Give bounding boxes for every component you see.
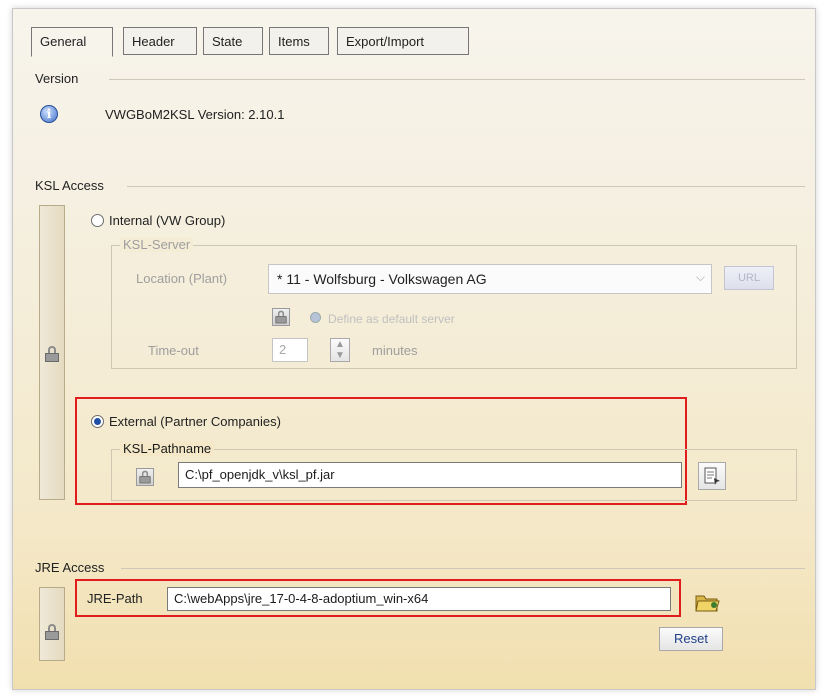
external-radio-label: External (Partner Companies) bbox=[109, 414, 281, 429]
url-button[interactable]: URL bbox=[724, 266, 774, 290]
divider bbox=[109, 79, 805, 80]
ksl-pathname-lock-button[interactable] bbox=[136, 468, 154, 486]
ksl-pathname-group-label: KSL-Pathname bbox=[120, 441, 215, 456]
tab-general[interactable]: General bbox=[31, 27, 113, 57]
location-value: * 11 - Wolfsburg - Volkswagen AG bbox=[277, 271, 487, 287]
ksl-server-group-label: KSL-Server bbox=[120, 237, 194, 252]
jre-lock-toggle[interactable] bbox=[39, 587, 65, 661]
location-label: Location (Plant) bbox=[136, 271, 228, 286]
ksl-access-section-title: KSL Access bbox=[35, 178, 104, 193]
tab-items[interactable]: Items bbox=[269, 27, 329, 55]
lock-icon bbox=[45, 346, 59, 362]
properties-dialog: General Header State Items Export/Import… bbox=[12, 8, 816, 690]
tab-header[interactable]: Header bbox=[123, 27, 197, 55]
timeout-stepper[interactable]: ▲ ▼ bbox=[330, 338, 350, 362]
ksl-pathname-group: KSL-Pathname C:\pf_openjdk_v\ksl_pf.jar bbox=[111, 441, 797, 501]
external-radio[interactable] bbox=[91, 415, 104, 428]
tab-export-import[interactable]: Export/Import bbox=[337, 27, 469, 55]
ksl-lock-toggle[interactable] bbox=[39, 205, 65, 500]
jre-path-label: JRE-Path bbox=[87, 591, 143, 606]
folder-icon bbox=[695, 595, 720, 612]
timeout-input[interactable]: 2 bbox=[272, 338, 308, 362]
jre-access-section-title: JRE Access bbox=[35, 560, 105, 575]
version-text: VWGBoM2KSL Version: 2.10.1 bbox=[105, 107, 285, 122]
divider bbox=[127, 186, 805, 187]
jre-path-input[interactable]: C:\webApps\jre_17-0-4-8-adoptium_win-x64 bbox=[167, 587, 671, 611]
internal-radio-label: Internal (VW Group) bbox=[109, 213, 226, 228]
default-server-label: Define as default server bbox=[328, 312, 455, 326]
ksl-server-group: KSL-Server Location (Plant) * 11 - Wolfs… bbox=[111, 237, 797, 369]
lock-icon bbox=[45, 624, 59, 640]
internal-radio[interactable] bbox=[91, 214, 104, 227]
set-default-server-button[interactable] bbox=[272, 308, 290, 326]
lock-icon bbox=[275, 310, 287, 324]
timeout-label: Time-out bbox=[148, 343, 199, 358]
tab-state[interactable]: State bbox=[203, 27, 263, 55]
default-server-indicator bbox=[310, 312, 321, 323]
file-open-icon bbox=[704, 467, 720, 485]
chevron-down-icon: ⌵ bbox=[695, 270, 705, 284]
lock-icon bbox=[139, 470, 151, 484]
ksl-pathname-input[interactable]: C:\pf_openjdk_v\ksl_pf.jar bbox=[178, 462, 682, 488]
version-section-title: Version bbox=[35, 71, 79, 86]
info-icon: i bbox=[40, 105, 58, 123]
reset-button[interactable]: Reset bbox=[659, 627, 723, 651]
timeout-unit-label: minutes bbox=[372, 343, 418, 358]
divider bbox=[121, 568, 805, 569]
location-dropdown[interactable]: * 11 - Wolfsburg - Volkswagen AG ⌵ bbox=[268, 264, 712, 294]
browse-file-button[interactable] bbox=[698, 462, 726, 490]
folder-browse-button[interactable] bbox=[695, 591, 721, 616]
